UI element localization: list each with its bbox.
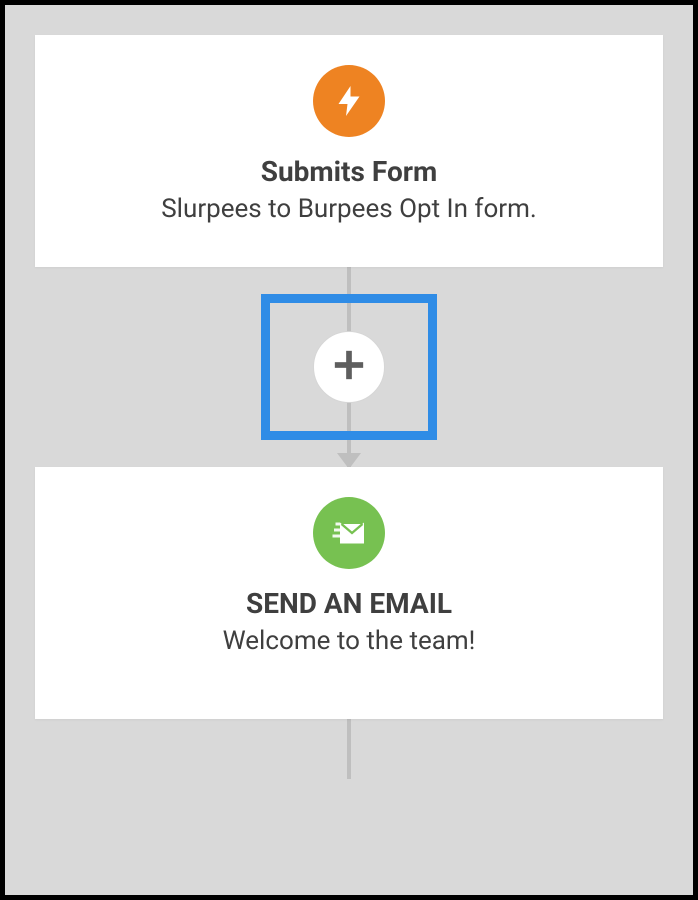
- trigger-step-title: Submits Form: [55, 155, 643, 188]
- automation-canvas-frame: Submits Form Slurpees to Burpees Opt In …: [0, 0, 698, 900]
- automation-canvas: Submits Form Slurpees to Burpees Opt In …: [35, 35, 663, 865]
- action-step-title: SEND AN EMAIL: [55, 587, 643, 620]
- tail-connector-line: [347, 719, 351, 779]
- add-step-button[interactable]: [313, 331, 385, 403]
- trigger-step-subtitle: Slurpees to Burpees Opt In form.: [55, 192, 643, 227]
- send-email-icon: [313, 497, 385, 569]
- lightning-icon: [313, 65, 385, 137]
- action-step-card[interactable]: SEND AN EMAIL Welcome to the team!: [35, 467, 663, 719]
- plus-icon: [332, 348, 366, 386]
- action-step-subtitle: Welcome to the team!: [55, 624, 643, 659]
- connector-area: [35, 267, 663, 467]
- trigger-step-card[interactable]: Submits Form Slurpees to Burpees Opt In …: [35, 35, 663, 267]
